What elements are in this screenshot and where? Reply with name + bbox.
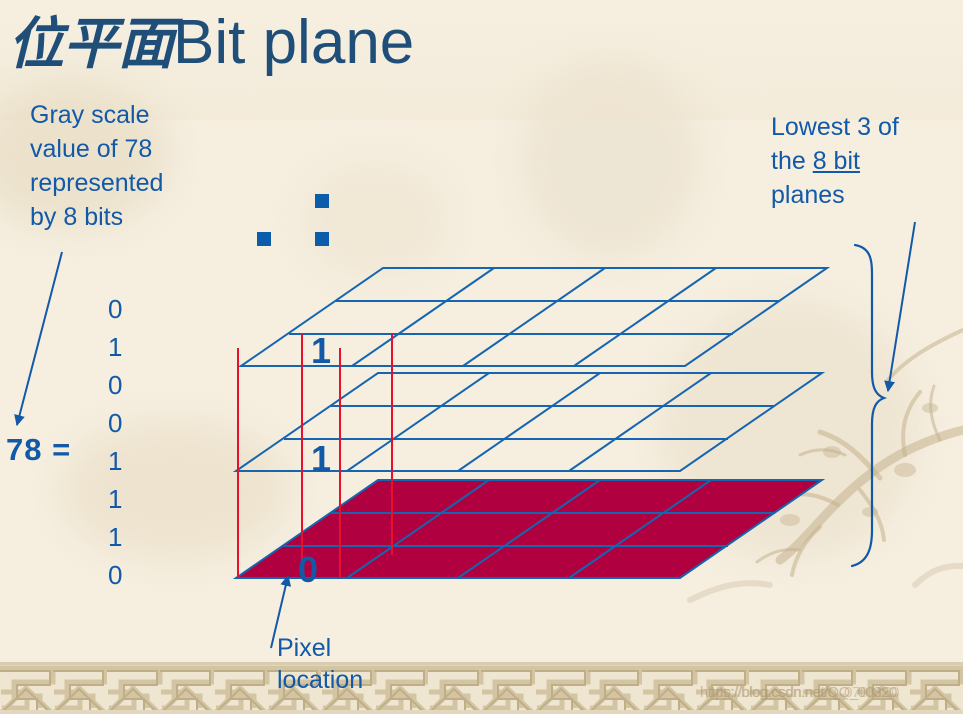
top-plane-grid-line <box>573 267 717 367</box>
pixel-location-note-line-2: location <box>277 666 364 694</box>
pixel-location-note: Pixel location <box>277 632 457 696</box>
middle-plane-grid-line <box>568 372 712 472</box>
curly-brace-icon <box>850 243 888 568</box>
middle-plane-grid-line <box>457 372 601 472</box>
watermark-text-b: http://blog.csdn.net/u_0708130 <box>708 684 900 701</box>
bottom-plane-digit: 0 <box>298 549 319 590</box>
pixel-location-note-line-1: Pixel <box>277 634 332 662</box>
middle-plane-digit: 1 <box>311 438 332 479</box>
top-plane-grid-line <box>351 267 495 367</box>
top-plane-digit: 1 <box>311 330 332 371</box>
middle-plane-grid-line <box>346 372 490 472</box>
arrow-down-icon <box>884 221 916 393</box>
slide-canvas: 位平面Bit plane Gray scale value of 78 repr… <box>0 0 963 714</box>
watermark: https://blog.csdn.net/QQ_00820 http://bl… <box>700 684 900 701</box>
top-plane-grid-line <box>462 267 606 367</box>
arrow-down-left-icon <box>14 251 63 427</box>
bottom-plane <box>232 479 826 579</box>
bit-plane-diagram <box>14 221 916 649</box>
